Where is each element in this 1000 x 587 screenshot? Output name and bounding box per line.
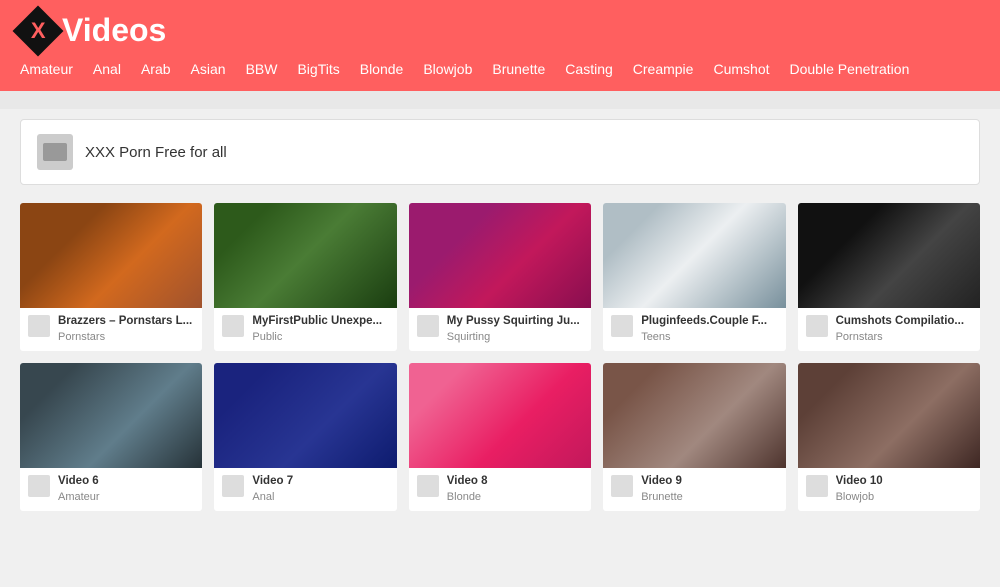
nav-item-casting[interactable]: Casting bbox=[565, 61, 612, 77]
logo-x-letter: X bbox=[31, 18, 46, 44]
video-info: Video 6 Amateur bbox=[20, 468, 202, 511]
video-card-4[interactable]: Pluginfeeds.Couple F... Teens bbox=[603, 203, 785, 351]
video-title: My Pussy Squirting Ju... bbox=[447, 314, 583, 329]
channel-icon bbox=[806, 475, 828, 497]
video-category: Anal bbox=[252, 491, 388, 503]
video-thumbnail bbox=[214, 203, 396, 308]
site-logo[interactable]: X Videos bbox=[20, 12, 166, 49]
video-card-2[interactable]: MyFirstPublic Unexpe... Public bbox=[214, 203, 396, 351]
video-title: Video 9 bbox=[641, 474, 777, 489]
video-info: My Pussy Squirting Ju... Squirting bbox=[409, 308, 591, 351]
video-title: Cumshots Compilatio... bbox=[836, 314, 972, 329]
video-meta: Pluginfeeds.Couple F... Teens bbox=[641, 314, 777, 343]
video-card-6[interactable]: Video 6 Amateur bbox=[20, 363, 202, 511]
header-divider bbox=[0, 91, 1000, 109]
video-info: Brazzers – Pornstars L... Pornstars bbox=[20, 308, 202, 351]
nav-item-double-penetration[interactable]: Double Penetration bbox=[790, 61, 910, 77]
video-category: Teens bbox=[641, 331, 777, 343]
channel-icon bbox=[417, 315, 439, 337]
channel-icon bbox=[28, 315, 50, 337]
video-thumbnail bbox=[603, 363, 785, 468]
channel-icon bbox=[806, 315, 828, 337]
video-category: Public bbox=[252, 331, 388, 343]
nav-item-arab[interactable]: Arab bbox=[141, 61, 171, 77]
video-category: Pornstars bbox=[58, 331, 194, 343]
video-meta: Video 7 Anal bbox=[252, 474, 388, 503]
channel-icon bbox=[28, 475, 50, 497]
video-info: Video 10 Blowjob bbox=[798, 468, 980, 511]
video-category: Blowjob bbox=[836, 491, 972, 503]
channel-icon bbox=[611, 475, 633, 497]
channel-icon bbox=[417, 475, 439, 497]
video-thumbnail bbox=[214, 363, 396, 468]
video-info: Cumshots Compilatio... Pornstars bbox=[798, 308, 980, 351]
video-title: Video 6 bbox=[58, 474, 194, 489]
nav-item-cumshot[interactable]: Cumshot bbox=[713, 61, 769, 77]
video-meta: Brazzers – Pornstars L... Pornstars bbox=[58, 314, 194, 343]
video-category: Amateur bbox=[58, 491, 194, 503]
nav-item-creampie[interactable]: Creampie bbox=[633, 61, 694, 77]
video-category: Blonde bbox=[447, 491, 583, 503]
video-info: Video 9 Brunette bbox=[603, 468, 785, 511]
video-thumbnail bbox=[798, 203, 980, 308]
video-thumbnail bbox=[409, 363, 591, 468]
nav-item-blowjob[interactable]: Blowjob bbox=[423, 61, 472, 77]
video-meta: Video 9 Brunette bbox=[641, 474, 777, 503]
video-meta: Video 10 Blowjob bbox=[836, 474, 972, 503]
banner-icon-inner bbox=[43, 143, 67, 161]
video-info: Video 7 Anal bbox=[214, 468, 396, 511]
banner-icon bbox=[37, 134, 73, 170]
nav-item-bbw[interactable]: BBW bbox=[246, 61, 278, 77]
video-info: Pluginfeeds.Couple F... Teens bbox=[603, 308, 785, 351]
video-meta: MyFirstPublic Unexpe... Public bbox=[252, 314, 388, 343]
site-header: X Videos bbox=[0, 0, 1000, 61]
logo-diamond: X bbox=[13, 5, 64, 56]
video-grid: Brazzers – Pornstars L... Pornstars MyFirs… bbox=[20, 203, 980, 511]
video-card-9[interactable]: Video 9 Brunette bbox=[603, 363, 785, 511]
banner-title: XXX Porn Free for all bbox=[85, 144, 227, 161]
nav-item-anal[interactable]: Anal bbox=[93, 61, 121, 77]
nav-item-asian[interactable]: Asian bbox=[191, 61, 226, 77]
video-info: Video 8 Blonde bbox=[409, 468, 591, 511]
video-thumbnail bbox=[798, 363, 980, 468]
nav-item-brunette[interactable]: Brunette bbox=[492, 61, 545, 77]
video-card-10[interactable]: Video 10 Blowjob bbox=[798, 363, 980, 511]
video-card-5[interactable]: Cumshots Compilatio... Pornstars bbox=[798, 203, 980, 351]
video-category: Brunette bbox=[641, 491, 777, 503]
channel-icon bbox=[222, 315, 244, 337]
video-title: Video 10 bbox=[836, 474, 972, 489]
video-meta: Video 8 Blonde bbox=[447, 474, 583, 503]
video-meta: My Pussy Squirting Ju... Squirting bbox=[447, 314, 583, 343]
video-meta: Cumshots Compilatio... Pornstars bbox=[836, 314, 972, 343]
video-title: Pluginfeeds.Couple F... bbox=[641, 314, 777, 329]
video-card-1[interactable]: Brazzers – Pornstars L... Pornstars bbox=[20, 203, 202, 351]
video-title: MyFirstPublic Unexpe... bbox=[252, 314, 388, 329]
nav-item-bigtits[interactable]: BigTits bbox=[297, 61, 339, 77]
nav-item-amateur[interactable]: Amateur bbox=[20, 61, 73, 77]
logo-text: Videos bbox=[62, 12, 166, 49]
video-card-7[interactable]: Video 7 Anal bbox=[214, 363, 396, 511]
video-thumbnail bbox=[409, 203, 591, 308]
video-category: Squirting bbox=[447, 331, 583, 343]
main-content: XXX Porn Free for all Brazzers – Pornsta… bbox=[10, 109, 990, 521]
video-meta: Video 6 Amateur bbox=[58, 474, 194, 503]
category-nav: Amateur Anal Arab Asian BBW BigTits Blonde Blow… bbox=[0, 61, 1000, 91]
video-thumbnail bbox=[603, 203, 785, 308]
video-info: MyFirstPublic Unexpe... Public bbox=[214, 308, 396, 351]
video-category: Pornstars bbox=[836, 331, 972, 343]
video-card-3[interactable]: My Pussy Squirting Ju... Squirting bbox=[409, 203, 591, 351]
nav-item-blonde[interactable]: Blonde bbox=[360, 61, 404, 77]
video-thumbnail bbox=[20, 363, 202, 468]
video-title: Video 8 bbox=[447, 474, 583, 489]
banner: XXX Porn Free for all bbox=[20, 119, 980, 185]
channel-icon bbox=[222, 475, 244, 497]
video-title: Brazzers – Pornstars L... bbox=[58, 314, 194, 329]
video-thumbnail bbox=[20, 203, 202, 308]
video-card-8[interactable]: Video 8 Blonde bbox=[409, 363, 591, 511]
video-title: Video 7 bbox=[252, 474, 388, 489]
channel-icon bbox=[611, 315, 633, 337]
